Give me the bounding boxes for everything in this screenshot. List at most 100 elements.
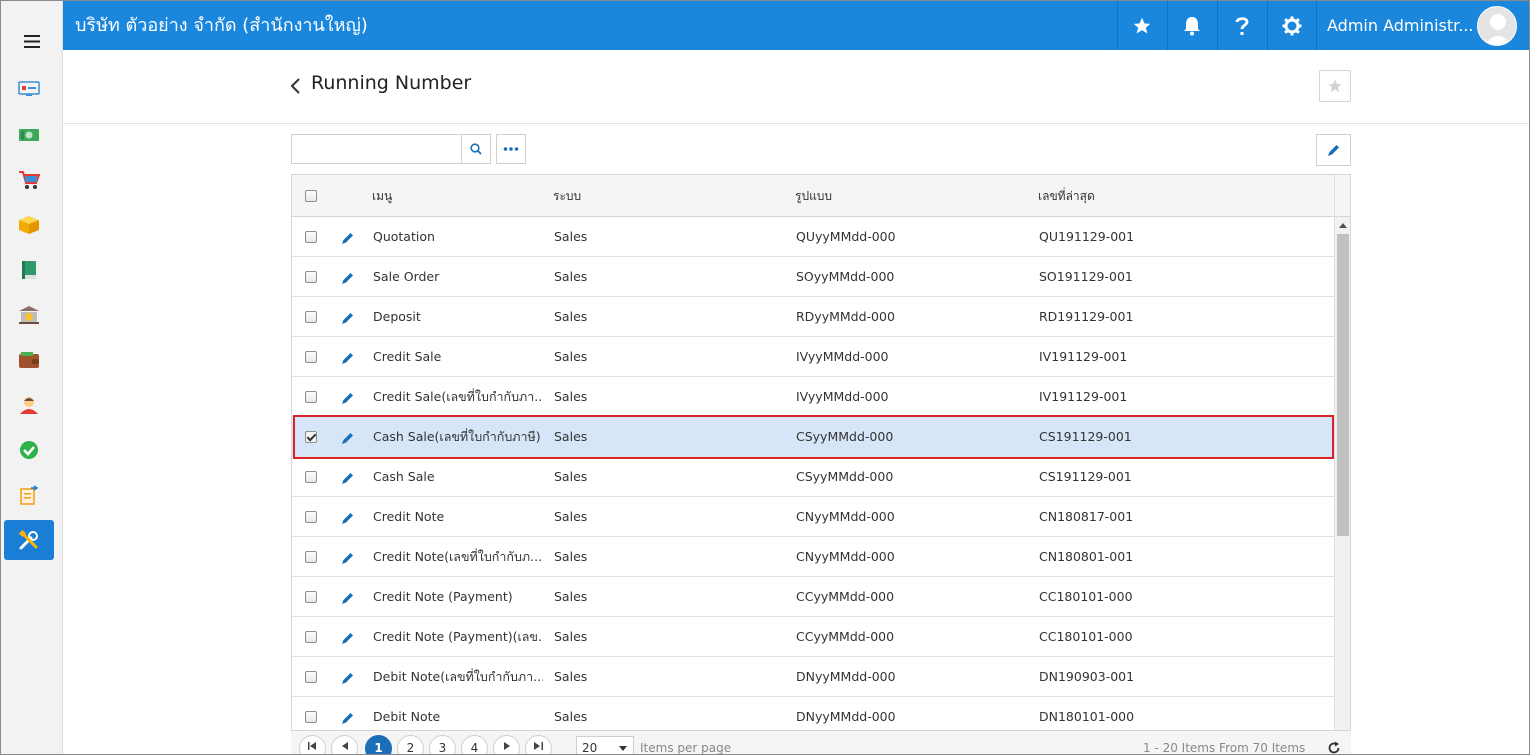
prev-page-button[interactable] [331,735,358,754]
pencil-icon [342,553,353,564]
row-edit-button[interactable] [341,670,355,684]
row-edit-button[interactable] [341,350,355,364]
table-row[interactable]: Credit Sale Sales IVyyMMdd-000 IV191129-001 [292,337,1334,377]
table-row[interactable]: Cash Sale(เลขที่ใบกำกับภาษี) Sales CSyyMMd… [292,417,1334,457]
row-checkbox[interactable] [305,551,317,563]
table-header-filler [1334,175,1350,217]
select-all-checkbox[interactable] [305,190,317,202]
settings-button[interactable] [1267,1,1316,50]
table-row[interactable]: Credit Sale(เลขที่ใบกำกับภา... Sales IVyyM… [292,377,1334,417]
row-checkbox[interactable] [305,511,317,523]
user-menu[interactable]: Admin Administr... [1316,1,1529,50]
sidebar-item-approve[interactable] [4,430,54,470]
row-checkbox[interactable] [305,311,317,323]
pencil-icon [342,353,353,364]
column-header-format[interactable]: รูปแบบ [795,175,832,217]
row-checkbox[interactable] [305,711,317,723]
row-edit-button[interactable] [341,230,355,244]
pencil-icon [1327,145,1339,156]
page-size-select[interactable]: 20 [576,736,634,754]
cell-system: Sales [554,469,588,484]
row-edit-button[interactable] [341,470,355,484]
table-row[interactable]: Credit Note Sales CNyyMMdd-000 CN180817-001 [292,497,1334,537]
user-name: Admin Administr... [1327,16,1474,35]
row-edit-button[interactable] [341,630,355,644]
row-edit-button[interactable] [341,590,355,604]
search-button[interactable] [461,134,491,164]
table-row[interactable]: Sale Order Sales SOyyMMdd-000 SO191129-001 [292,257,1334,297]
cell-menu: Debit Note(เลขที่ใบกำกับภา... [373,669,543,684]
pencil-icon [342,593,353,604]
cell-system: Sales [554,309,588,324]
row-checkbox[interactable] [305,431,317,443]
sidebar-item-dashboard[interactable] [4,69,54,109]
row-checkbox[interactable] [305,391,317,403]
notifications-button[interactable] [1167,1,1216,50]
scroll-up-arrow[interactable] [1339,223,1347,228]
hamburger-icon [24,34,40,48]
first-page-icon [308,742,316,750]
cell-format: IVyyMMdd-000 [796,349,889,364]
cell-format: DNyyMMdd-000 [796,669,896,684]
vertical-scrollbar[interactable] [1334,217,1350,737]
favorites-button[interactable] [1117,1,1166,50]
refresh-icon [1328,741,1340,754]
row-edit-button[interactable] [341,430,355,444]
row-checkbox[interactable] [305,231,317,243]
box-icon [19,216,39,234]
row-checkbox[interactable] [305,471,317,483]
sidebar-item-hr[interactable] [4,385,54,425]
row-checkbox[interactable] [305,351,317,363]
first-page-button[interactable] [299,735,326,754]
table-row[interactable]: Quotation Sales QUyyMMdd-000 QU191129-001 [292,217,1334,257]
cell-latest-number: CC180101-000 [1039,629,1133,644]
row-edit-button[interactable] [341,550,355,564]
page-button-4[interactable]: 4 [461,735,488,754]
search-input[interactable] [291,134,462,164]
last-page-button[interactable] [525,735,552,754]
page-button-1[interactable]: 1 [365,735,392,754]
row-checkbox[interactable] [305,671,317,683]
column-header-menu[interactable]: เมนู [372,175,392,217]
page-title: Running Number [311,72,472,94]
edit-mode-button[interactable] [1316,134,1351,166]
table-row[interactable]: Credit Note (Payment)(เลข... Sales CCyyMMd… [292,617,1334,657]
sidebar-item-report[interactable] [4,475,54,515]
page-button-2[interactable]: 2 [397,735,424,754]
row-edit-button[interactable] [341,510,355,524]
menu-toggle-button[interactable] [1,19,63,63]
row-checkbox[interactable] [305,631,317,643]
table-row[interactable]: Debit Note(เลขที่ใบกำกับภา... Sales DNyyMM… [292,657,1334,697]
sidebar-item-wallet[interactable] [4,340,54,380]
row-edit-button[interactable] [341,270,355,284]
column-header-latest-number[interactable]: เลขที่ล่าสุด [1038,175,1095,217]
row-edit-button[interactable] [341,310,355,324]
back-button[interactable] [289,77,303,95]
sidebar-item-bank[interactable] [4,295,54,335]
company-name[interactable]: บริษัท ตัวอย่าง จำกัด (สำนักงานใหญ่) [75,1,368,50]
cell-menu: Cash Sale [373,469,435,484]
row-checkbox[interactable] [305,591,317,603]
table-row[interactable]: Cash Sale Sales CSyyMMdd-000 CS191129-001 [292,457,1334,497]
sidebar-item-money[interactable] [4,115,54,155]
sidebar-item-accounting[interactable] [4,250,54,290]
refresh-button[interactable] [1327,740,1341,754]
page-button-3[interactable]: 3 [429,735,456,754]
scrollbar-thumb[interactable] [1337,234,1349,536]
row-edit-button[interactable] [341,710,355,724]
more-options-button[interactable] [496,134,526,164]
add-favorite-button[interactable] [1319,70,1351,102]
row-edit-button[interactable] [341,390,355,404]
table-row[interactable]: Credit Note (Payment) Sales CCyyMMdd-000 CC… [292,577,1334,617]
help-button[interactable] [1217,1,1266,50]
sidebar-item-inventory[interactable] [4,205,54,245]
running-number-table: เมนู ระบบ รูปแบบ เลขที่ล่าสุด Quotation S… [291,174,1351,754]
next-page-button[interactable] [493,735,520,754]
sidebar-item-settings[interactable] [4,520,54,560]
sidebar-item-sales[interactable] [4,160,54,200]
column-header-system[interactable]: ระบบ [553,175,581,217]
table-row[interactable]: Deposit Sales RDyyMMdd-000 RD191129-001 [292,297,1334,337]
row-checkbox[interactable] [305,271,317,283]
table-header: เมนู ระบบ รูปแบบ เลขที่ล่าสุด [292,175,1334,217]
table-row[interactable]: Credit Note(เลขที่ใบกำกับภ... Sales CNyyMM… [292,537,1334,577]
